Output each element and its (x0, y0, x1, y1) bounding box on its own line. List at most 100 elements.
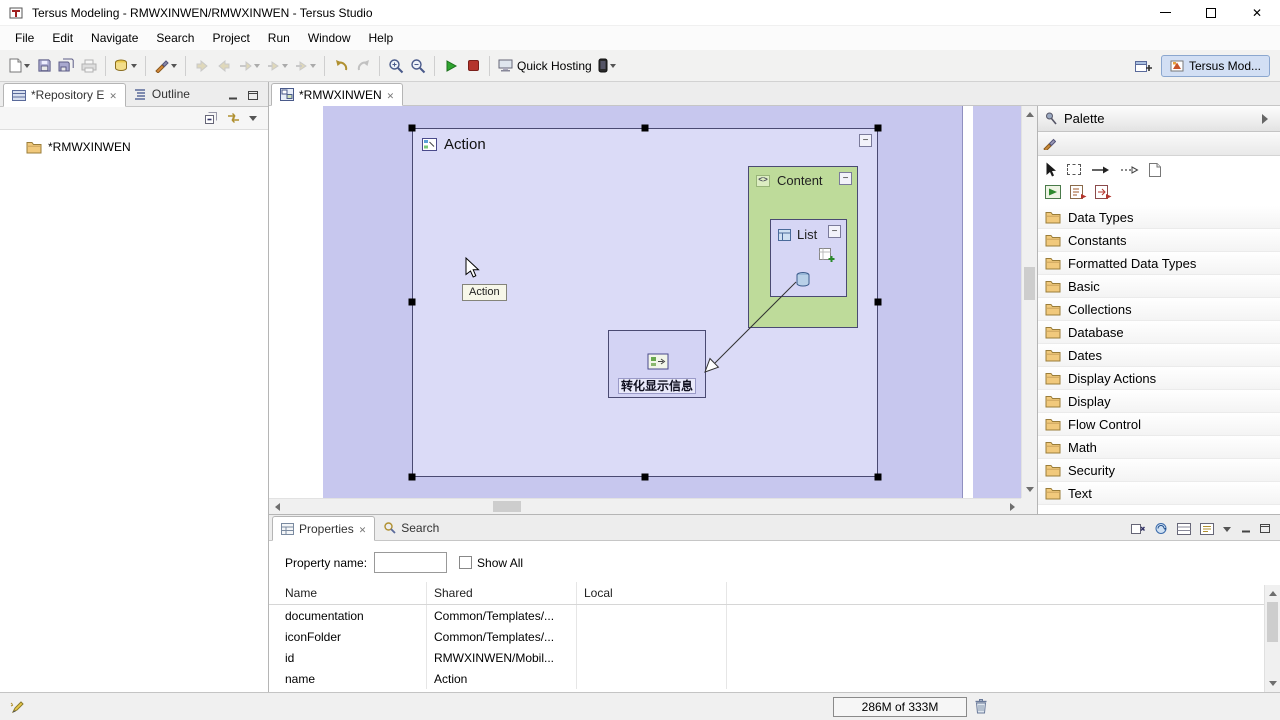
tab-repository-explorer[interactable]: *Repository E (3, 83, 126, 107)
view-menu-icon[interactable] (1223, 525, 1232, 533)
property-shared-cell[interactable]: Common/Templates/... (427, 626, 577, 647)
scroll-left-icon[interactable] (269, 499, 285, 515)
property-local-cell[interactable] (577, 605, 727, 626)
view-maximize-icon[interactable] (248, 91, 258, 100)
view-maximize-icon[interactable] (1260, 524, 1270, 533)
property-row[interactable]: documentation Common/Templates/... (269, 605, 1280, 626)
palette-category[interactable]: Security (1038, 459, 1280, 482)
collapse-all-icon[interactable] (205, 112, 218, 124)
close-tab-icon[interactable] (359, 522, 367, 536)
format-brush-button[interactable] (152, 54, 179, 78)
vertical-scroll-thumb[interactable] (1267, 602, 1278, 642)
undo-button[interactable] (331, 54, 351, 78)
format-brush-dropdown-icon[interactable] (171, 64, 177, 71)
palette-category[interactable]: Constants (1038, 229, 1280, 252)
mobile-preview-button[interactable] (596, 54, 618, 78)
marquee-tool[interactable] (1067, 164, 1081, 175)
scroll-down-icon[interactable] (1022, 482, 1038, 498)
property-row[interactable]: name Action (269, 668, 1280, 689)
diagram-canvas[interactable]: Action Content List (269, 106, 1021, 498)
editor-tab-rmwxinwen[interactable]: *RMWXINWEN (271, 83, 403, 106)
prev-annotation-button[interactable] (214, 54, 234, 78)
transform-action-box[interactable]: 转化显示信息 (608, 330, 706, 398)
property-shared-cell[interactable]: Action (427, 668, 577, 689)
new-dropdown-icon[interactable] (24, 64, 30, 71)
link-with-editor-icon[interactable] (227, 112, 240, 124)
property-local-cell[interactable] (577, 647, 727, 668)
palette-category[interactable]: Dates (1038, 344, 1280, 367)
save-button[interactable] (34, 54, 54, 78)
tab-search[interactable]: Search (375, 515, 447, 540)
selection-handle-sw[interactable] (409, 474, 416, 481)
property-name-cell[interactable]: iconFolder (269, 626, 427, 647)
property-name-input[interactable] (374, 552, 447, 573)
redo-button[interactable] (353, 54, 373, 78)
perspective-button-tersus-modeling[interactable]: Tersus Mod... (1161, 55, 1270, 77)
vertical-scroll-thumb[interactable] (1024, 267, 1035, 300)
palette-category[interactable]: Data Types (1038, 206, 1280, 229)
menu-item[interactable]: Edit (43, 27, 82, 49)
palette-display-action-icon[interactable] (1045, 185, 1062, 199)
last-edit-dropdown-icon[interactable] (254, 64, 260, 71)
canvas-horizontal-scrollbar[interactable] (269, 498, 1021, 514)
new-wizard-dropdown-icon[interactable] (131, 64, 137, 71)
refresh-icon[interactable] (1154, 522, 1168, 535)
back-button[interactable] (264, 54, 290, 78)
palette-category[interactable]: Formatted Data Types (1038, 252, 1280, 275)
note-tool[interactable] (1149, 163, 1161, 177)
status-pencil-icon[interactable] (10, 700, 25, 714)
scroll-down-icon[interactable] (1265, 676, 1280, 692)
property-local-cell[interactable] (577, 668, 727, 689)
scroll-right-icon[interactable] (1005, 499, 1021, 515)
palette-category[interactable]: Basic (1038, 275, 1280, 298)
palette-category[interactable]: Display (1038, 390, 1280, 413)
tree-item-project[interactable]: *RMWXINWEN (0, 138, 268, 156)
last-edit-location-button[interactable] (236, 54, 262, 78)
properties-scrollbar[interactable] (1264, 585, 1280, 692)
save-all-button[interactable] (56, 54, 77, 78)
open-perspective-button[interactable] (1133, 54, 1154, 78)
palette-category[interactable]: Math (1038, 436, 1280, 459)
collapse-action-button[interactable] (859, 134, 872, 147)
new-button[interactable] (7, 54, 32, 78)
close-button[interactable] (1234, 0, 1280, 25)
property-row[interactable]: id RMWXINWEN/Mobil... (269, 647, 1280, 668)
scroll-up-icon[interactable] (1265, 585, 1280, 601)
menu-item[interactable]: File (6, 27, 43, 49)
show-categories-icon[interactable] (1177, 523, 1191, 535)
minimize-button[interactable] (1142, 0, 1188, 25)
forward-dropdown-icon[interactable] (310, 64, 316, 71)
collapse-content-button[interactable] (839, 172, 852, 185)
property-local-cell[interactable] (577, 626, 727, 647)
menu-item[interactable]: Help (360, 27, 403, 49)
selection-handle-e[interactable] (875, 299, 882, 306)
property-shared-cell[interactable]: RMWXINWEN/Mobil... (427, 647, 577, 668)
tab-outline[interactable]: Outline (126, 82, 198, 106)
selection-handle-n[interactable] (642, 125, 649, 132)
palette-action-icon[interactable] (1070, 185, 1087, 199)
tab-properties[interactable]: Properties (272, 516, 375, 541)
add-element-icon[interactable] (819, 248, 835, 263)
list-child-element[interactable] (795, 248, 835, 290)
close-editor-tab-icon[interactable] (387, 88, 395, 102)
back-dropdown-icon[interactable] (282, 64, 288, 71)
view-minimize-icon[interactable] (228, 91, 238, 100)
palette-category[interactable]: Database (1038, 321, 1280, 344)
palette-category[interactable]: Text (1038, 482, 1280, 505)
mobile-preview-dropdown-icon[interactable] (610, 64, 616, 71)
horizontal-scroll-thumb[interactable] (493, 501, 521, 512)
palette-pin-icon[interactable] (1045, 112, 1057, 125)
palette-header[interactable]: Palette (1038, 106, 1280, 132)
property-name-cell[interactable]: documentation (269, 605, 427, 626)
model-background-overflow[interactable] (973, 106, 1021, 498)
new-wizard-button[interactable] (112, 54, 139, 78)
canvas-vertical-scrollbar[interactable] (1021, 106, 1037, 498)
print-button[interactable] (79, 54, 99, 78)
show-advanced-icon[interactable] (1200, 523, 1214, 535)
palette-tools-drawer[interactable] (1038, 132, 1280, 156)
next-annotation-button[interactable] (192, 54, 212, 78)
run-button[interactable] (441, 54, 461, 78)
palette-category[interactable]: Collections (1038, 298, 1280, 321)
property-shared-cell[interactable]: Common/Templates/... (427, 605, 577, 626)
quick-hosting-button[interactable]: Quick Hosting (496, 54, 594, 78)
